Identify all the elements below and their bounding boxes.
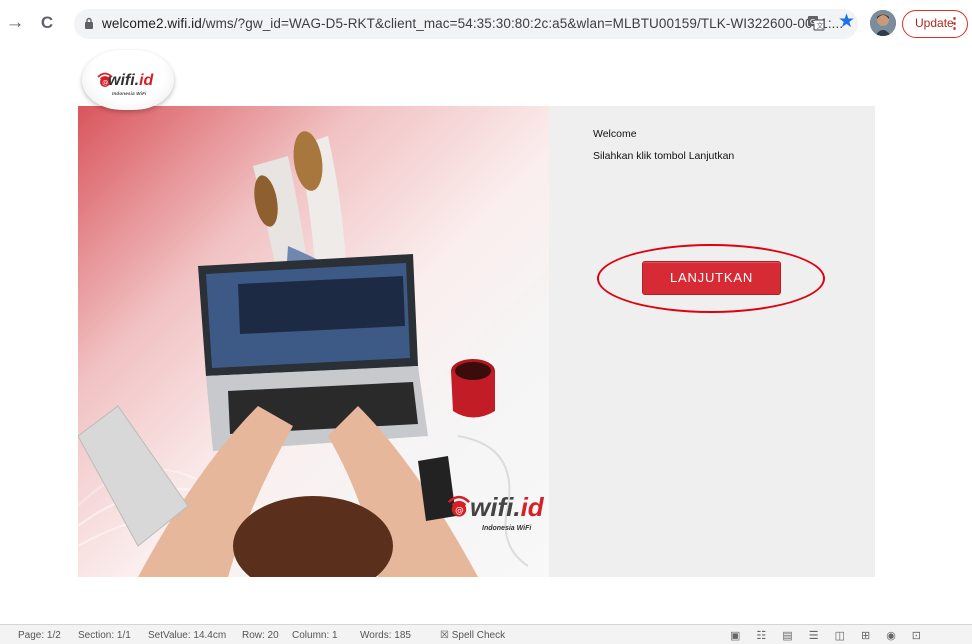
reading-icon[interactable]: ◫ [835,629,845,642]
url-host: welcome2.wifi.id [102,16,202,31]
logo-brand-prefix: wifi. [108,72,140,89]
print-layout-icon[interactable]: ▣ [730,629,740,642]
url-text[interactable]: welcome2.wifi.id/wms/?gw_id=WAG-D5-RKT&c… [102,16,843,31]
browser-toolbar: → C welcome2.wifi.id/wms/?gw_id=WAG-D5-R… [0,0,972,52]
logo-tagline: Indonesia WiFi [112,91,147,96]
update-button[interactable]: Update ⋮ [902,10,968,38]
menu-icon[interactable]: ⋮ [947,14,962,34]
status-section[interactable]: Section: 1/1 [78,630,131,641]
welcome-text: Welcome [593,128,637,140]
hero-logo-brand: wifi.id [470,492,544,523]
wifi-id-logo: @ wifi.id Indonesia WiFi [82,50,174,110]
status-words[interactable]: Words: 185 [360,630,411,641]
eye-icon[interactable]: ◉ [886,629,896,642]
bookmark-star-icon[interactable]: ★ [838,12,855,32]
outline-icon[interactable]: ☷ [756,629,766,642]
lanjutkan-button[interactable]: LANJUTKAN [642,261,781,295]
document-statusbar: Page: 1/2 Section: 1/1 SetValue: 14.4cm … [0,624,972,644]
spell-check-icon: ☒ [440,630,452,641]
logo-brand: wifi.id [108,72,153,90]
logo-brand-suffix: id [139,72,154,89]
welcome-panel: Welcome Silahkan klik tombol Lanjutkan L… [549,106,875,577]
hero-wifi-id-logo: @ wifi.id Indonesia WiFi [446,486,546,541]
profile-avatar[interactable] [870,10,896,36]
list-icon[interactable]: ☰ [809,629,819,642]
hero-logo-brand-suffix: id [520,492,544,522]
hero-logo-brand-prefix: wifi. [470,492,521,522]
status-column[interactable]: Column: 1 [292,630,338,641]
hero-logo-tagline: Indonesia WiFi [482,525,532,532]
status-page[interactable]: Page: 1/2 [18,630,61,641]
reload-icon[interactable]: C [36,12,58,34]
web-icon[interactable]: ⊞ [861,629,870,642]
lock-icon [85,17,93,29]
status-setvalue[interactable]: SetValue: 14.4cm [148,630,226,641]
hero-image: @ wifi.id Indonesia WiFi [78,106,549,577]
url-path: /wms/?gw_id=WAG-D5-RKT&client_mac=54:35:… [201,16,844,31]
wifi-icon: @ [447,495,471,517]
status-spell-check[interactable]: ☒ Spell Check [440,630,505,641]
view-mode-icons: ▣ ☷ ▤ ☰ ◫ ⊞ ◉ ⊡ [730,629,921,642]
status-row[interactable]: Row: 20 [242,630,279,641]
instruction-text: Silahkan klik tombol Lanjutkan [593,150,735,162]
spell-check-label: Spell Check [451,630,506,641]
page-view-icon[interactable]: ▤ [782,629,792,642]
address-bar[interactable]: welcome2.wifi.id/wms/?gw_id=WAG-D5-RKT&c… [74,9,858,39]
zoom-icon[interactable]: ⊡ [912,629,921,642]
svg-text:@: @ [455,506,464,516]
svg-text:G: G [810,18,815,26]
translate-icon[interactable]: G 文 [807,14,825,32]
forward-arrow-icon[interactable]: → [4,12,26,34]
svg-text:文: 文 [817,21,824,30]
